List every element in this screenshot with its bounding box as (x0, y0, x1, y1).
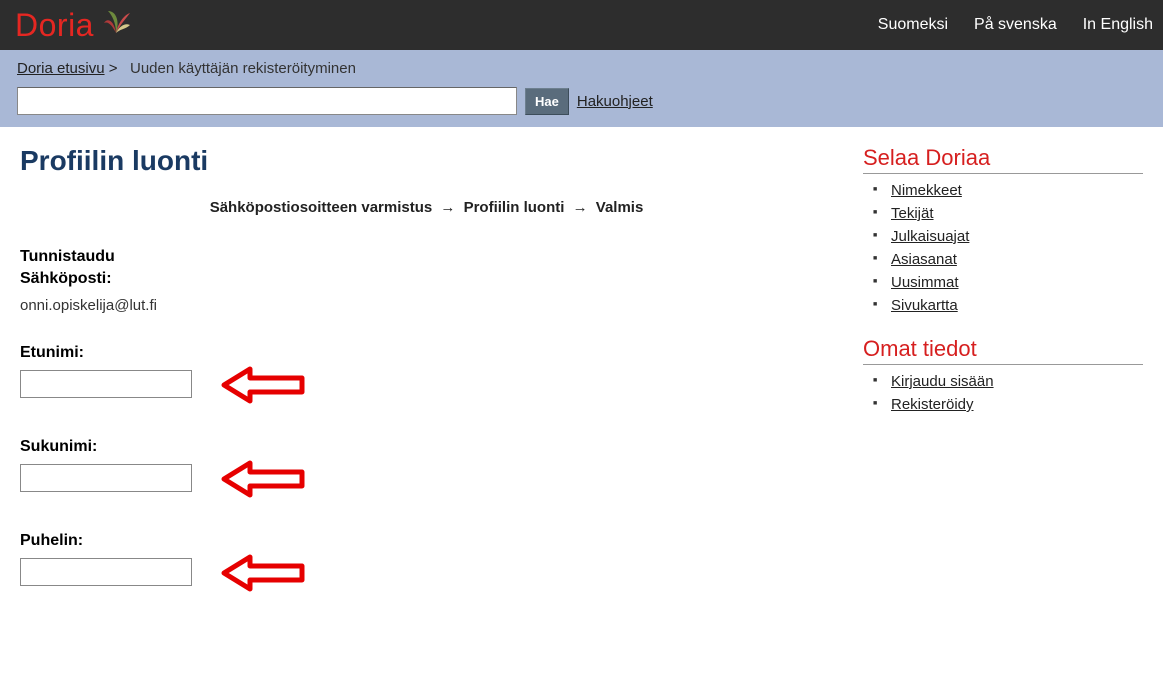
firstname-label: Etunimi: (20, 344, 833, 362)
browse-link-subjects[interactable]: Asiasanat (891, 251, 957, 268)
browse-link-dates[interactable]: Julkaisuajat (891, 228, 969, 245)
firstname-group: Etunimi: (20, 344, 833, 398)
step-3: Valmis (596, 199, 644, 216)
breadcrumb-current: Uuden käyttäjän rekisteröityminen (130, 60, 356, 77)
main-content: Profiilin luonti Sähköpostiosoitteen var… (0, 127, 1163, 626)
browse-link-recent[interactable]: Uusimmat (891, 274, 959, 291)
lang-en-link[interactable]: In English (1083, 16, 1153, 34)
lastname-group: Sukunimi: (20, 438, 833, 492)
list-item: Rekisteröidy (891, 396, 1143, 413)
progress-steps: Sähköpostiosoitteen varmistus → Profiili… (20, 199, 833, 216)
list-item: Julkaisuajat (891, 228, 1143, 245)
list-item: Tekijät (891, 205, 1143, 222)
step-2: Profiilin luonti (464, 199, 565, 216)
browse-heading: Selaa Doriaa (863, 145, 1143, 174)
lang-fi-link[interactable]: Suomeksi (878, 16, 948, 34)
browse-link-sitemap[interactable]: Sivukartta (891, 297, 958, 314)
email-value: onni.opiskelija@lut.fi (20, 297, 833, 314)
identify-label: Tunnistaudu (20, 246, 833, 268)
login-link[interactable]: Kirjaudu sisään (891, 373, 994, 390)
list-item: Nimekkeet (891, 182, 1143, 199)
lang-sv-link[interactable]: På svenska (974, 16, 1057, 34)
search-help-link[interactable]: Hakuohjeet (577, 93, 653, 110)
arrow-marker-icon (220, 366, 306, 409)
logo-text: Doria (15, 7, 94, 44)
site-logo[interactable]: Doria (15, 7, 134, 44)
right-sidebar: Selaa Doriaa Nimekkeet Tekijät Julkaisua… (863, 145, 1143, 626)
lastname-label: Sukunimi: (20, 438, 833, 456)
firstname-field[interactable] (20, 370, 192, 398)
browse-link-titles[interactable]: Nimekkeet (891, 182, 962, 199)
arrow-marker-icon (220, 460, 306, 503)
browse-link-authors[interactable]: Tekijät (891, 205, 934, 222)
list-item: Sivukartta (891, 297, 1143, 314)
list-item: Asiasanat (891, 251, 1143, 268)
browse-block: Selaa Doriaa Nimekkeet Tekijät Julkaisua… (863, 145, 1143, 314)
arrow-icon: → (573, 199, 588, 216)
top-bar: Doria Suomeksi På svenska In English (0, 0, 1163, 50)
search-button[interactable]: Hae (525, 88, 569, 115)
lastname-field[interactable] (20, 464, 192, 492)
breadcrumb: Doria etusivu > Uuden käyttäjän rekister… (17, 60, 1146, 77)
leaf-icon (98, 3, 134, 39)
breadcrumb-separator: > (109, 60, 118, 77)
search-input[interactable] (17, 87, 517, 115)
browse-list: Nimekkeet Tekijät Julkaisuajat Asiasanat… (863, 182, 1143, 314)
arrow-marker-icon (220, 554, 306, 597)
register-link[interactable]: Rekisteröidy (891, 396, 974, 413)
phone-label: Puhelin: (20, 532, 833, 550)
page-title: Profiilin luonti (20, 145, 833, 177)
list-item: Uusimmat (891, 274, 1143, 291)
account-heading: Omat tiedot (863, 336, 1143, 365)
left-column: Profiilin luonti Sähköpostiosoitteen var… (20, 145, 833, 626)
account-list: Kirjaudu sisään Rekisteröidy (863, 373, 1143, 413)
language-switcher: Suomeksi På svenska In English (878, 16, 1153, 34)
sub-bar: Doria etusivu > Uuden käyttäjän rekister… (0, 50, 1163, 127)
step-1: Sähköpostiosoitteen varmistus (210, 199, 433, 216)
account-block: Omat tiedot Kirjaudu sisään Rekisteröidy (863, 336, 1143, 413)
phone-field[interactable] (20, 558, 192, 586)
list-item: Kirjaudu sisään (891, 373, 1143, 390)
breadcrumb-home-link[interactable]: Doria etusivu (17, 60, 105, 77)
arrow-icon: → (440, 199, 455, 216)
phone-group: Puhelin: (20, 532, 833, 586)
form-section: Tunnistaudu Sähköposti: onni.opiskelija@… (20, 246, 833, 586)
search-row: Hae Hakuohjeet (17, 87, 1146, 115)
email-label: Sähköposti: (20, 268, 833, 290)
